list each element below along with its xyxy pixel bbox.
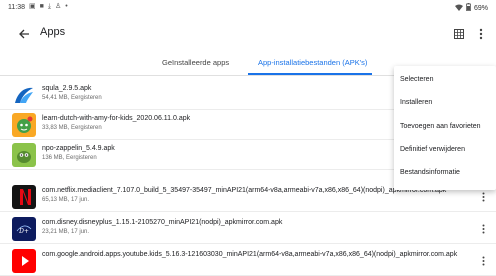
page-title: Apps [40, 26, 66, 38]
file-meta: 65,13 MB, 17 jun. [42, 197, 90, 203]
item-more-button[interactable] [478, 222, 488, 236]
list-item[interactable]: D+ com.disney.disneyplus_1.15.1-2105270_… [0, 214, 496, 244]
file-meta: 23,21 MB, 17 jun. [42, 229, 90, 235]
file-meta: 54,41 MB, Eergisteren [42, 95, 102, 101]
tab-apk-files[interactable]: App-installatiebestanden (APK's) [258, 58, 367, 67]
arrow-back-icon [19, 29, 29, 39]
menu-item-install[interactable]: Installeren [400, 99, 432, 106]
status-time: 11:38 [8, 3, 25, 11]
netflix-app-icon [12, 185, 36, 209]
file-name: com.google.android.apps.youtube.kids_5.1… [42, 251, 458, 258]
app-bar: Apps [0, 14, 496, 54]
notification-download-icon: ⤓ [47, 3, 51, 10]
learn-dutch-amy-app-icon [12, 113, 36, 137]
back-button[interactable] [14, 24, 34, 44]
file-meta: 33,83 MB, Eergisteren [42, 125, 102, 131]
tab-selected-indicator [248, 73, 372, 75]
squla-app-icon [12, 83, 36, 107]
notification-user-icon: ♙ [54, 3, 62, 10]
battery-icon [466, 3, 471, 14]
grid-view-button[interactable] [450, 25, 468, 43]
file-name: com.disney.disneyplus_1.15.1-2105270_min… [42, 219, 283, 226]
notification-video-icon: ■ [39, 3, 44, 10]
disney-plus-app-icon: D+ [12, 217, 36, 241]
list-item[interactable]: com.google.android.apps.youtube.kids_5.1… [0, 246, 496, 276]
file-name: squla_2.9.5.apk [42, 85, 92, 92]
file-name: com.netflix.mediaclient_7.107.0_build_5_… [42, 187, 447, 194]
battery-percentage: 69% [473, 5, 488, 12]
npo-zappelin-app-icon [12, 143, 36, 167]
menu-item-file-info[interactable]: Bestandsinformatie [400, 169, 460, 176]
status-bar-right: 69% [454, 3, 488, 14]
notification-dot-icon: • [65, 3, 68, 10]
status-bar: 11:38 ▣ ■ ⤓ ♙ • 69% [0, 0, 496, 14]
item-more-button[interactable] [478, 254, 488, 268]
status-bar-left: 11:38 ▣ ■ ⤓ ♙ • [8, 3, 68, 11]
more-vert-icon [482, 224, 484, 234]
notification-gallery-icon: ▣ [29, 3, 36, 10]
menu-item-add-to-favorites[interactable]: Toevoegen aan favorieten [400, 123, 481, 130]
grid-view-icon [454, 29, 464, 39]
svg-text:D+: D+ [18, 228, 29, 235]
menu-item-delete-permanently[interactable]: Definitief verwijderen [400, 146, 465, 153]
menu-item-select[interactable]: Selecteren [400, 76, 433, 83]
more-vert-icon [479, 28, 483, 40]
more-vert-icon [482, 192, 484, 202]
youtube-kids-app-icon [12, 249, 36, 273]
more-options-button[interactable] [474, 25, 488, 43]
item-more-button[interactable] [478, 190, 488, 204]
wifi-icon [454, 4, 463, 14]
context-menu: Selecteren Installeren Toevoegen aan fav… [394, 66, 496, 190]
tab-installed-apps[interactable]: Geïnstalleerde apps [162, 58, 229, 67]
file-meta: 136 MB, Eergisteren [42, 155, 97, 161]
more-vert-icon [482, 256, 484, 266]
file-name: npo-zappelin_5.4.9.apk [42, 145, 115, 152]
file-name: learn-dutch-with-amy-for-kids_2020.06.11… [42, 115, 191, 122]
